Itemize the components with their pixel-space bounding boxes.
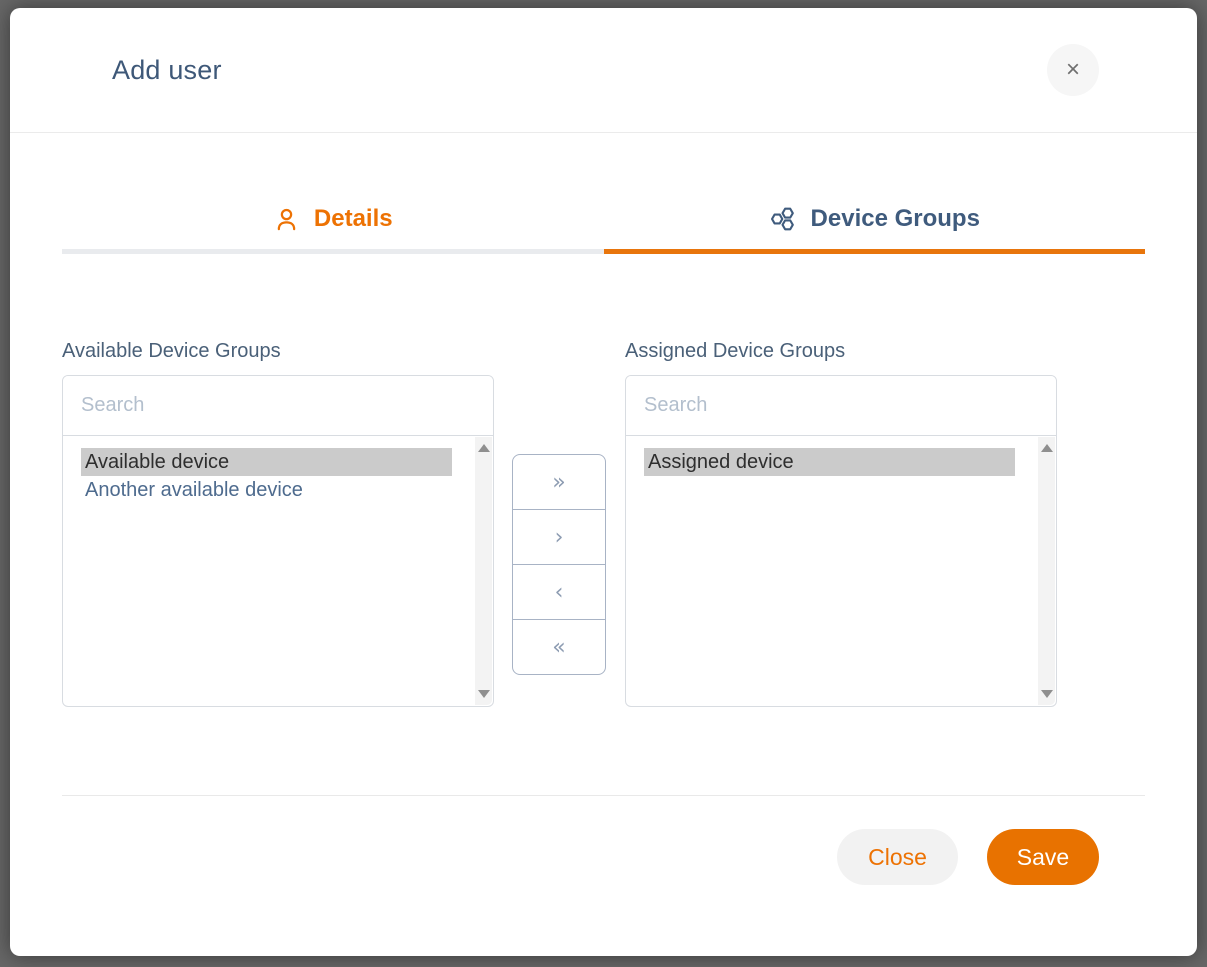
available-groups-panel: Available Device Groups Available device…: [62, 340, 494, 707]
close-button[interactable]: Close: [837, 829, 958, 885]
assigned-groups-scrollbar[interactable]: [1038, 437, 1055, 705]
scroll-up-icon[interactable]: [1041, 444, 1053, 452]
assigned-groups-listbox: Assigned device: [625, 375, 1057, 707]
add-user-dialog: Add user × Details Device Groups: [10, 8, 1197, 956]
move-all-left-button[interactable]: «: [512, 619, 606, 675]
available-groups-options: Available device Another available devic…: [63, 436, 493, 707]
tab-device-groups-label: Device Groups: [811, 205, 980, 233]
page-title: Add user: [112, 55, 222, 86]
scroll-down-icon[interactable]: [478, 690, 490, 698]
person-icon: [273, 206, 300, 233]
device-groups-icon: [769, 205, 797, 233]
assigned-groups-panel: Assigned Device Groups Assigned device: [625, 340, 1057, 707]
tab-bar: Details Device Groups: [62, 205, 1145, 254]
tab-details-label: Details: [314, 205, 393, 233]
list-item[interactable]: Another available device: [81, 476, 452, 504]
transfer-button-group: » › ‹ «: [512, 454, 606, 707]
dialog-footer: Close Save: [10, 796, 1197, 885]
available-groups-search-input[interactable]: [63, 376, 493, 436]
list-item[interactable]: Assigned device: [644, 448, 1015, 476]
scroll-down-icon[interactable]: [1041, 690, 1053, 698]
dialog-header: Add user ×: [10, 8, 1197, 133]
save-button[interactable]: Save: [987, 829, 1099, 885]
available-groups-listbox: Available device Another available devic…: [62, 375, 494, 707]
assigned-groups-label: Assigned Device Groups: [625, 340, 1057, 363]
tab-device-groups[interactable]: Device Groups: [604, 205, 1146, 254]
assigned-groups-options: Assigned device: [626, 436, 1056, 707]
move-left-button[interactable]: ‹: [512, 564, 606, 620]
scroll-up-icon[interactable]: [478, 444, 490, 452]
close-icon[interactable]: ×: [1047, 44, 1099, 96]
tab-details[interactable]: Details: [62, 205, 604, 254]
assigned-groups-search-input[interactable]: [626, 376, 1056, 436]
move-right-button[interactable]: ›: [512, 509, 606, 565]
available-groups-label: Available Device Groups: [62, 340, 494, 363]
device-groups-transfer: Available Device Groups Available device…: [62, 340, 1067, 707]
move-all-right-button[interactable]: »: [512, 454, 606, 510]
available-groups-scrollbar[interactable]: [475, 437, 492, 705]
list-item[interactable]: Available device: [81, 448, 452, 476]
